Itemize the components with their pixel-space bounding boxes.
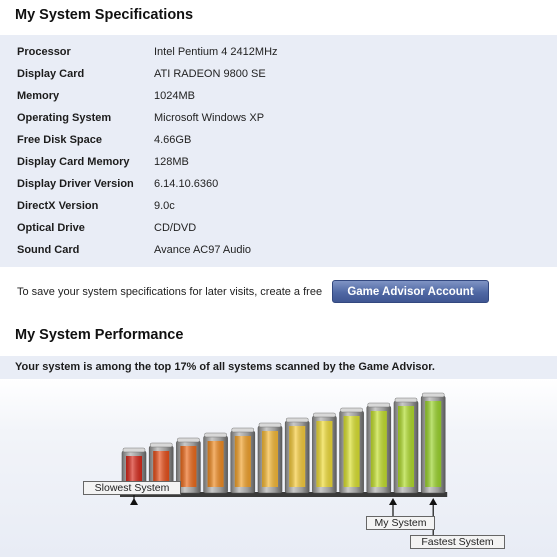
spec-value: Microsoft Windows XP (154, 112, 265, 124)
spec-value: Intel Pentium 4 2412MHz (154, 46, 278, 58)
spec-row-processor: Processor Intel Pentium 4 2412MHz (0, 41, 557, 63)
bar-shine (343, 416, 360, 487)
spec-row-optical-drive: Optical Drive CD/DVD (0, 217, 557, 239)
bar-shine (370, 411, 387, 487)
spec-row-display-card-memory: Display Card Memory 128MB (0, 151, 557, 173)
game-advisor-account-button[interactable]: Game Advisor Account (332, 280, 489, 303)
spec-value: 6.14.10.6360 (154, 178, 219, 190)
bar-shine (262, 431, 278, 487)
bar-shine (316, 421, 333, 487)
spec-row-free-disk-space: Free Disk Space 4.66GB (0, 129, 557, 151)
bar-shine (425, 401, 442, 487)
bar-cap (394, 397, 418, 403)
slowest-system-label: Slowest System (83, 481, 181, 495)
performance-summary-panel: Your system is among the top 17% of all … (0, 356, 557, 379)
slowest-system-pointer-arrowhead (130, 498, 138, 505)
spec-value: CD/DVD (154, 222, 197, 234)
bar-cap (421, 392, 445, 398)
spec-section-title: My System Specifications (15, 7, 194, 23)
spec-label: Sound Card (17, 244, 80, 256)
bar-shine (180, 446, 197, 487)
bar-cap (149, 442, 173, 448)
bar-cap (122, 447, 146, 453)
spec-label: DirectX Version (17, 200, 99, 212)
spec-value: 128MB (154, 156, 189, 168)
spec-row-display-driver-version: Display Driver Version 6.14.10.6360 (0, 173, 557, 195)
spec-row-sound-card: Sound Card Avance AC97 Audio (0, 239, 557, 261)
spec-value: 4.66GB (154, 134, 192, 146)
bar-cap (367, 402, 391, 408)
spec-row-memory: Memory 1024MB (0, 85, 557, 107)
bar-cap (340, 407, 363, 413)
performance-section-title: My System Performance (15, 327, 184, 343)
spec-label: Optical Drive (17, 222, 85, 234)
bar-shine (207, 441, 224, 487)
my-system-label: My System (366, 516, 435, 530)
bar-shine (234, 436, 251, 487)
spec-row-display-card: Display Card ATI RADEON 9800 SE (0, 63, 557, 85)
spec-label: Display Card Memory (17, 156, 130, 168)
fastest-system-pointer-arrowhead (429, 498, 438, 505)
spec-label: Operating System (17, 112, 112, 124)
bar-cap (231, 427, 255, 433)
performance-summary-text: Your system is among the top 17% of all … (15, 361, 435, 373)
spec-panel: Processor Intel Pentium 4 2412MHz Displa… (0, 35, 557, 267)
save-specs-text: To save your system specifications for l… (17, 286, 323, 298)
spec-row-operating-system: Operating System Microsoft Windows XP (0, 107, 557, 129)
spec-value: 9.0c (154, 200, 175, 212)
spec-value: ATI RADEON 9800 SE (154, 68, 266, 80)
bar-cap (177, 437, 200, 443)
spec-label: Memory (17, 90, 60, 102)
spec-label: Display Driver Version (17, 178, 134, 190)
spec-label: Free Disk Space (17, 134, 102, 146)
spec-value: 1024MB (154, 90, 195, 102)
spec-value: Avance AC97 Audio (154, 244, 252, 256)
spec-label: Display Card (17, 68, 85, 80)
fastest-system-label: Fastest System (410, 535, 505, 549)
performance-bar-chart (120, 392, 448, 535)
bar-shine (289, 426, 306, 487)
my-system-pointer-arrowhead (389, 498, 397, 505)
spec-label: Processor (17, 46, 71, 58)
bar-cap (313, 412, 336, 418)
bar-cap (258, 422, 282, 428)
bar-shine (398, 406, 414, 487)
spec-row-directx-version: DirectX Version 9.0c (0, 195, 557, 217)
bar-cap (204, 432, 227, 438)
bar-cap (285, 417, 309, 423)
